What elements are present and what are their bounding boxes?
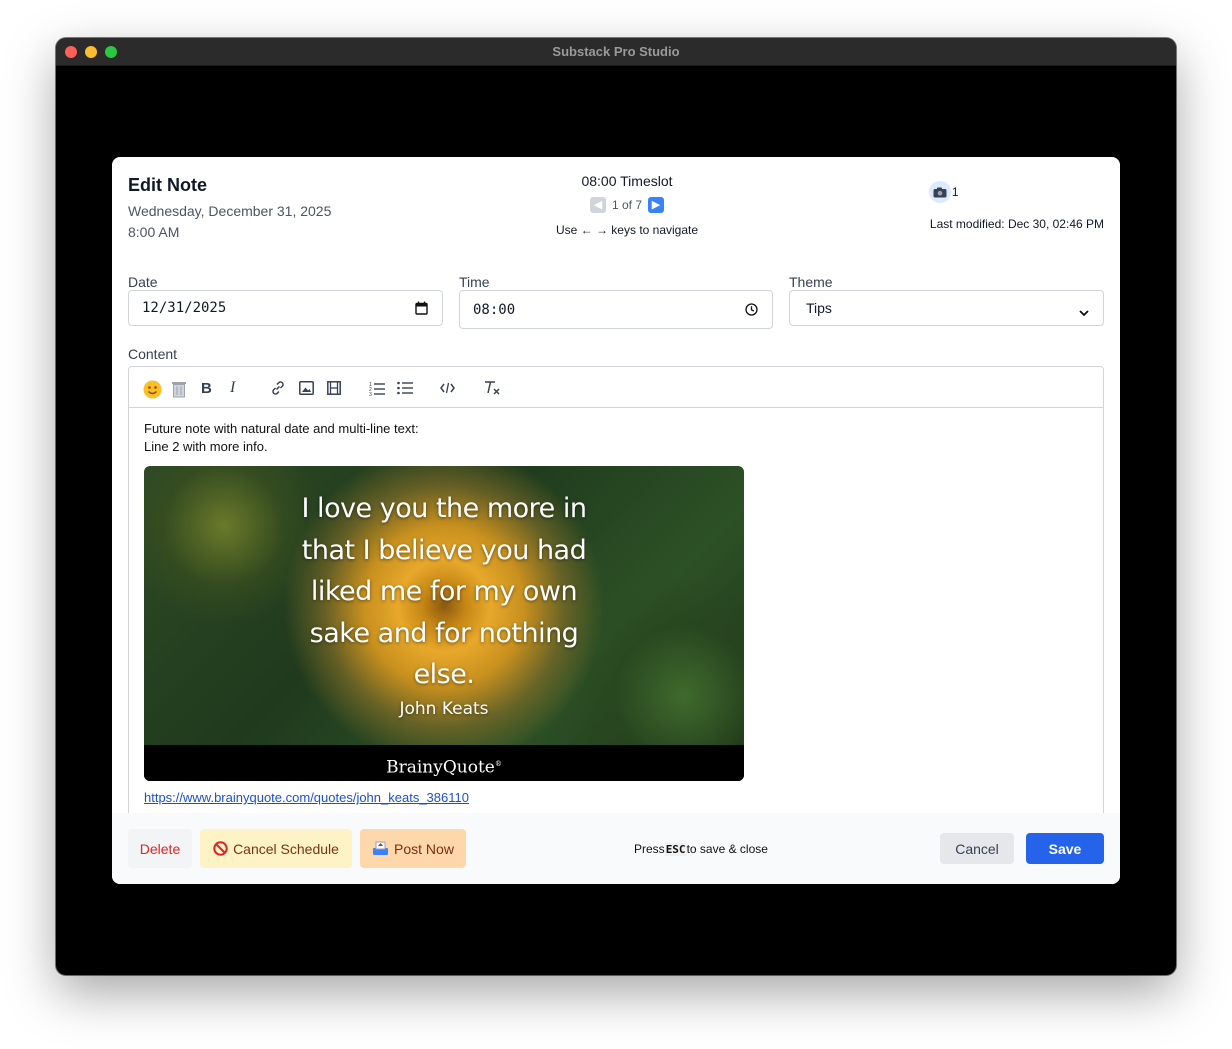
modal-header-left: Edit Note Wednesday, December 31, 2025 8… bbox=[128, 175, 331, 243]
date-input[interactable]: 12/31/2025 bbox=[128, 290, 443, 326]
time-input[interactable]: 08:00 bbox=[459, 290, 773, 329]
trash-icon[interactable] bbox=[171, 380, 187, 398]
note-time-text: 8:00 AM bbox=[128, 224, 180, 240]
quote-text: I love you the more in that I believe yo… bbox=[144, 488, 744, 696]
arrow-left-icon: ◀ bbox=[593, 199, 603, 211]
save-button[interactable]: Save bbox=[1026, 833, 1104, 864]
cancel-button[interactable]: Cancel bbox=[940, 833, 1014, 864]
theme-select[interactable]: Tips bbox=[789, 290, 1104, 326]
theme-label: Theme bbox=[789, 274, 833, 290]
brand-band: BrainyQuote® bbox=[144, 745, 744, 781]
bullet-list-icon[interactable] bbox=[397, 379, 413, 397]
source-link[interactable]: https://www.brainyquote.com/quotes/john_… bbox=[144, 789, 469, 807]
quote-image[interactable]: I love you the more in that I believe yo… bbox=[144, 466, 744, 781]
keyboard-hint: PressESCto save & close bbox=[634, 842, 768, 856]
code-icon[interactable] bbox=[440, 379, 455, 397]
media-count: 1 bbox=[951, 185, 959, 199]
clear-format-icon[interactable] bbox=[484, 379, 500, 397]
ordered-list-icon[interactable]: 123 bbox=[369, 379, 385, 397]
media-indicator: 1 bbox=[928, 181, 1104, 203]
bold-icon[interactable]: B bbox=[201, 379, 212, 397]
modal-footer: Delete Cancel Schedule Post Now PressESC… bbox=[112, 813, 1120, 884]
last-modified-text: Last modified: Dec 30, 02:46 PM bbox=[929, 217, 1104, 231]
modal-header-right: 1 Last modified: Dec 30, 02:46 PM bbox=[928, 181, 1104, 231]
clock-icon[interactable] bbox=[745, 303, 758, 320]
cancel-schedule-label: Cancel Schedule bbox=[233, 840, 339, 857]
quote-line: else. bbox=[413, 659, 475, 690]
navigation-hint: Use ← → keys to navigate bbox=[555, 223, 699, 237]
link-icon[interactable] bbox=[270, 379, 286, 397]
arrow-right-icon: ▶ bbox=[651, 199, 661, 211]
brand-logo: BrainyQuote bbox=[386, 757, 495, 778]
esc-key: ESC bbox=[664, 843, 687, 856]
chevron-down-icon bbox=[1079, 304, 1089, 320]
hint-suffix: to save & close bbox=[686, 842, 768, 856]
italic-icon[interactable]: I bbox=[230, 379, 235, 397]
theme-value: Tips bbox=[806, 300, 832, 316]
post-now-label: Post Now bbox=[394, 840, 454, 857]
image-icon[interactable] bbox=[299, 379, 314, 397]
quote-line: sake and for nothing bbox=[309, 617, 579, 649]
quote-line: that I believe you had bbox=[301, 534, 587, 566]
camera-icon bbox=[928, 181, 951, 203]
time-value: 08:00 bbox=[473, 301, 516, 318]
position-indicator: 1 of 7 bbox=[611, 198, 643, 212]
post-now-button[interactable]: Post Now bbox=[360, 829, 466, 868]
date-value: 12/31/2025 bbox=[142, 300, 227, 316]
emoji-icon[interactable] bbox=[143, 380, 162, 398]
svg-text:3: 3 bbox=[369, 392, 372, 396]
time-label: Time bbox=[459, 274, 490, 290]
quote-author: John Keats bbox=[399, 699, 489, 719]
quote-line: liked me for my own bbox=[310, 576, 578, 607]
app-window: Substack Pro Studio Edit Note Wednesday,… bbox=[56, 38, 1176, 975]
prohibited-icon bbox=[213, 841, 228, 856]
modal-title: Edit Note bbox=[128, 175, 207, 195]
outbox-icon bbox=[372, 841, 389, 856]
quote-line: I love you the more in bbox=[301, 493, 587, 524]
delete-button[interactable]: Delete bbox=[128, 829, 192, 868]
timeslot-label: 08:00 Timeslot bbox=[581, 173, 673, 189]
title-bar: Substack Pro Studio bbox=[56, 38, 1176, 66]
editor-content[interactable]: Future note with natural date and multi-… bbox=[129, 408, 1103, 819]
content-label: Content bbox=[128, 346, 178, 362]
date-label: Date bbox=[128, 274, 158, 290]
content-line-2: Line 2 with more info. bbox=[144, 439, 268, 454]
content-line-1: Future note with natural date and multi-… bbox=[144, 421, 419, 436]
edit-note-modal: Edit Note Wednesday, December 31, 2025 8… bbox=[112, 157, 1120, 884]
previous-note-button[interactable]: ◀ bbox=[589, 197, 606, 213]
calendar-icon[interactable] bbox=[415, 301, 428, 319]
timeslot-navigator: 08:00 Timeslot ◀ 1 of 7 ▶ Use ← → keys t… bbox=[517, 173, 737, 237]
note-date-text: Wednesday, December 31, 2025 bbox=[128, 203, 332, 219]
rich-text-editor: B I 123 Future note with natural date an… bbox=[128, 366, 1104, 826]
editor-toolbar: B I 123 bbox=[129, 367, 1103, 408]
hint-prefix: Press bbox=[634, 842, 665, 856]
cancel-schedule-button[interactable]: Cancel Schedule bbox=[200, 829, 352, 868]
next-note-button[interactable]: ▶ bbox=[648, 197, 665, 213]
window-title: Substack Pro Studio bbox=[552, 44, 680, 59]
video-icon[interactable] bbox=[327, 379, 341, 397]
